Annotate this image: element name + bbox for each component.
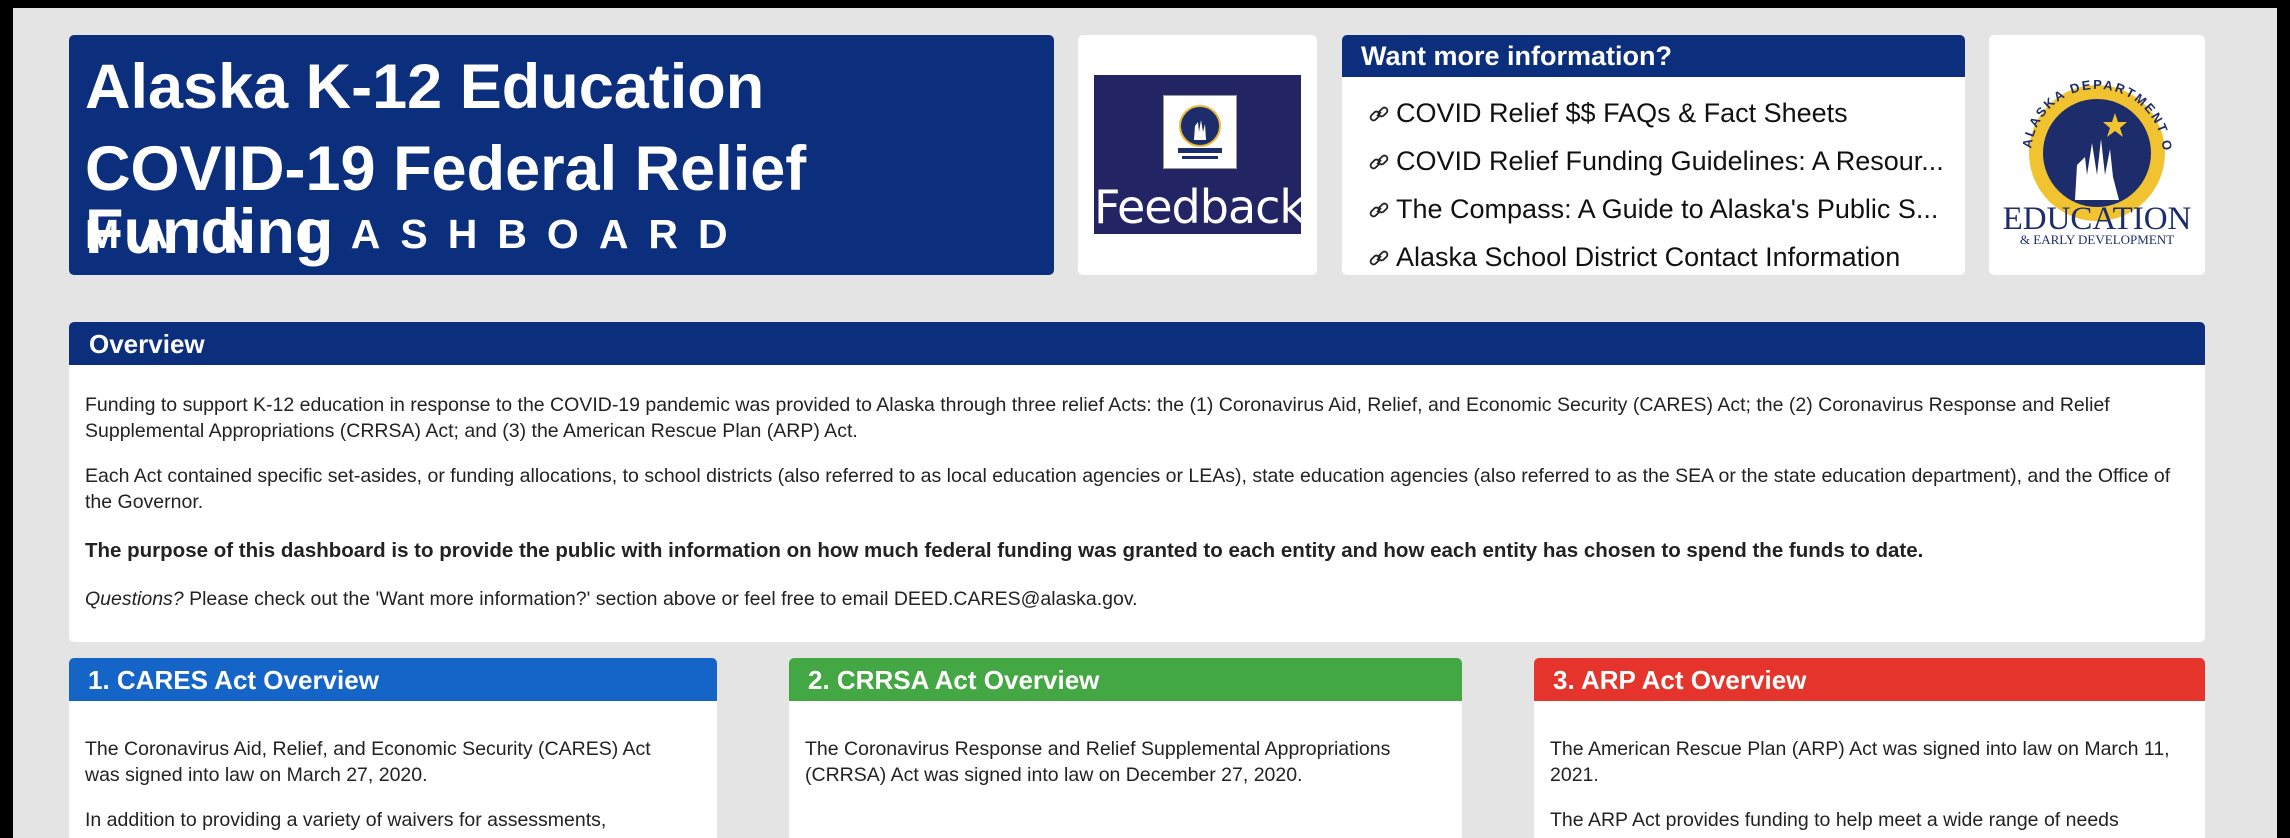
cares-act-paragraph-1: The Coronavirus Aid, Relief, and Economi… — [85, 738, 651, 786]
overview-questions: Questions? Please check out the 'Want mo… — [85, 586, 2185, 612]
link-funding-guidelines[interactable]: COVID Relief Funding Guidelines: A Resou… — [1368, 141, 1943, 181]
feedback-card: Feedback — [1078, 35, 1317, 275]
arp-act-title: 3. ARP Act Overview — [1534, 658, 2205, 701]
overview-paragraph-2: Each Act contained specific set-asides, … — [85, 465, 2171, 513]
title-card: Alaska K-12 Education COVID-19 Federal R… — [69, 35, 1054, 275]
feedback-logo-icon — [1163, 95, 1237, 169]
questions-label: Questions? — [85, 588, 184, 610]
overview-panel: Overview Funding to support K-12 educati… — [69, 322, 2205, 642]
overview-paragraph-1: Funding to support K-12 education in res… — [85, 394, 2110, 442]
link-icon — [1369, 106, 1389, 122]
link-icon — [1369, 154, 1389, 170]
crrsa-act-title: 2. CRRSA Act Overview — [789, 658, 1462, 701]
deed-logo-card: ALASKA DEPARTMENT OF EDUCATION & EARLY D… — [1984, 23, 2205, 275]
link-label: COVID Relief Funding Guidelines: A Resou… — [1396, 146, 1943, 176]
overview-title: Overview — [69, 322, 2205, 365]
page-title-line1: Alaska K-12 Education — [85, 52, 765, 122]
feedback-label: Feedback — [1094, 180, 1306, 234]
link-covid-faqs[interactable]: COVID Relief $$ FAQs & Fact Sheets — [1368, 93, 1943, 133]
crrsa-act-card: 2. CRRSA Act Overview The Coronavirus Re… — [789, 658, 1462, 838]
overview-purpose-statement: The purpose of this dashboard is to prov… — [85, 539, 1924, 562]
link-compass-guide[interactable]: The Compass: A Guide to Alaska's Public … — [1368, 189, 1943, 229]
page-subtitle: MAIN DASHBOARD — [85, 211, 748, 257]
link-icon — [1369, 250, 1389, 266]
arp-act-paragraph-2: The ARP Act provides funding to help mee… — [1550, 809, 2119, 831]
more-info-title: Want more information? — [1342, 35, 1965, 77]
deed-logo: ALASKA DEPARTMENT OF EDUCATION & EARLY D… — [1984, 23, 2192, 247]
link-district-contacts[interactable]: Alaska School District Contact Informati… — [1368, 237, 1943, 275]
logo-sub-text: & EARLY DEVELOPMENT — [2020, 232, 2174, 247]
link-icon — [1369, 202, 1389, 218]
questions-text: Please check out the 'Want more informat… — [183, 588, 1138, 610]
cares-act-title: 1. CARES Act Overview — [69, 658, 717, 701]
link-label: Alaska School District Contact Informati… — [1396, 242, 1901, 272]
feedback-button[interactable]: Feedback — [1094, 75, 1306, 234]
arp-act-card: 3. ARP Act Overview The American Rescue … — [1534, 658, 2205, 838]
link-label: COVID Relief $$ FAQs & Fact Sheets — [1396, 98, 1848, 128]
arp-act-paragraph-1: The American Rescue Plan (ARP) Act was s… — [1550, 738, 2170, 786]
crrsa-act-paragraph-1: The Coronavirus Response and Relief Supp… — [805, 738, 1391, 786]
dashboard-page: Alaska K-12 Education COVID-19 Federal R… — [13, 8, 2277, 838]
cares-act-card: 1. CARES Act Overview The Coronavirus Ai… — [69, 658, 717, 838]
link-label: The Compass: A Guide to Alaska's Public … — [1396, 194, 1939, 224]
more-info-card: Want more information? COVID Relief $$ F… — [1342, 35, 1965, 275]
cares-act-paragraph-2: In addition to providing a variety of wa… — [85, 809, 607, 831]
